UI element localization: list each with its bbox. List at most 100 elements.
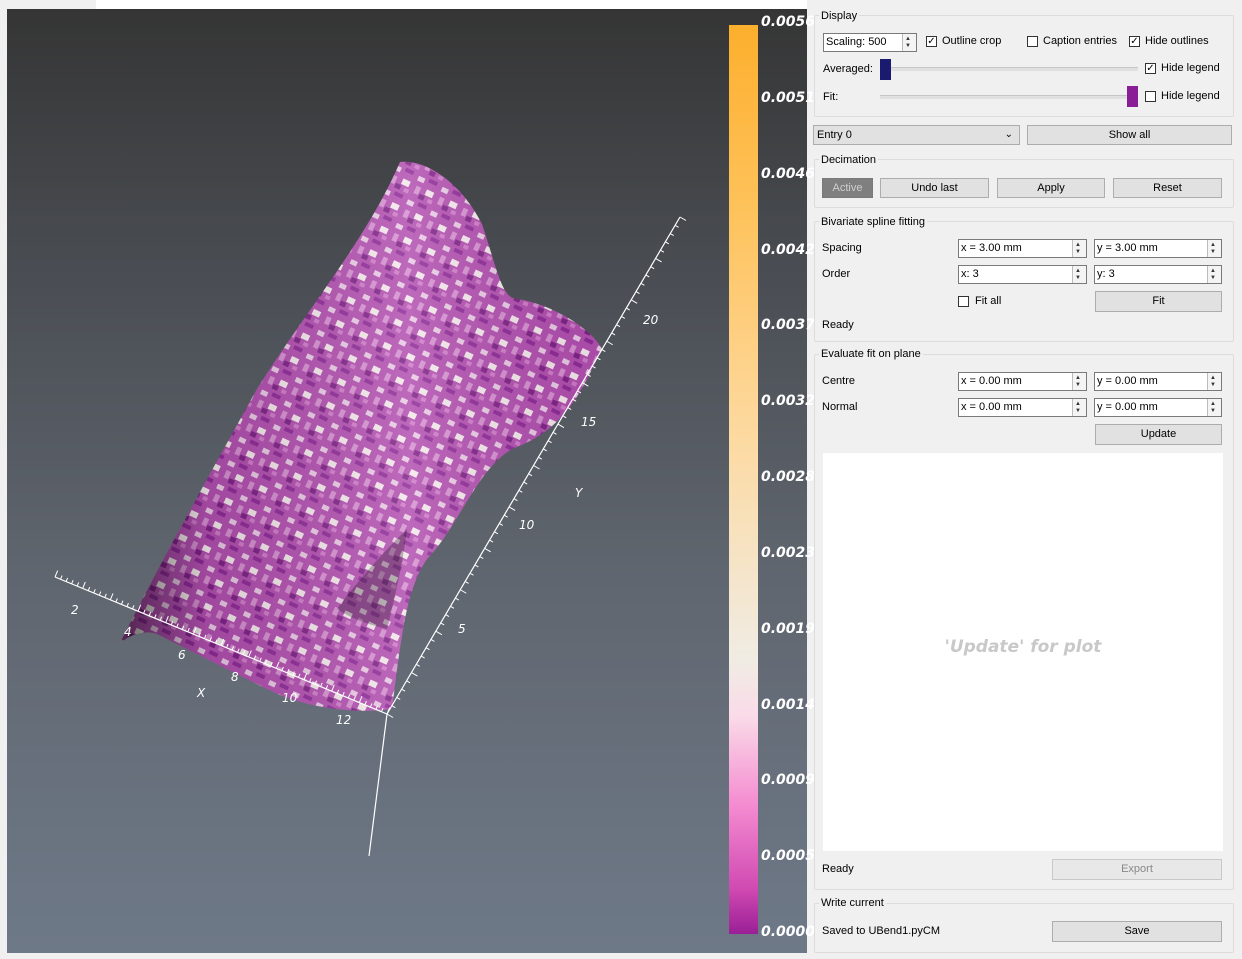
entry-select[interactable]: Entry 0 ⌄ (813, 125, 1020, 145)
y-axis-tick (552, 431, 557, 435)
order-y-value: y: 3 (1097, 268, 1115, 280)
y-axis-tick (479, 556, 484, 560)
spacing-x-value: x = 3.00 mm (961, 242, 1022, 254)
fit-all-label: Fit all (975, 295, 1002, 307)
render-viewport[interactable]: 2 4 6 8 10 12 X 5 10 15 20 Y (7, 9, 807, 953)
plot-placeholder: 'Update' for plot (944, 637, 1102, 657)
spin-arrows-icon[interactable]: ▲ ▼ (1207, 240, 1221, 257)
colorbar (729, 25, 758, 934)
averaged-hide-legend-checkbox[interactable]: ✓ (1145, 63, 1156, 74)
x-axis-tick (120, 600, 124, 605)
averaged-slider-handle[interactable] (880, 59, 891, 80)
spin-arrows-icon[interactable]: ▲ ▼ (1072, 266, 1086, 283)
write-status: Saved to UBend1.pyCM (822, 925, 941, 937)
y-axis-tick (455, 597, 460, 601)
x-axis-tick (87, 586, 91, 591)
undo-last-button[interactable]: Undo last (880, 178, 989, 198)
y-axis-tick (420, 655, 425, 659)
x-axis-label: X (196, 686, 206, 700)
x-tick-label: 8 (231, 670, 239, 684)
y-axis-tick (416, 663, 420, 667)
y-axis-tick (616, 324, 621, 328)
y-axis-tick (430, 639, 435, 642)
centre-y-spinbox[interactable]: y = 0.00 mm ▲ ▼ (1094, 372, 1222, 391)
y-axis-tick (411, 672, 418, 677)
spacing-y-spinbox[interactable]: y = 3.00 mm ▲ ▼ (1094, 239, 1222, 258)
colorbar-tick-label: 0.0051 (761, 89, 816, 106)
y-axis-tick (601, 349, 606, 352)
averaged-slider[interactable] (880, 67, 1138, 71)
y-axis-tick (489, 539, 494, 543)
normal-x-value: x = 0.00 mm (961, 401, 1022, 413)
y-axis-tick (562, 415, 567, 419)
evaluate-title: Evaluate fit on plane (819, 348, 923, 360)
spin-arrows-icon[interactable]: ▲ ▼ (1207, 399, 1221, 416)
show-all-button[interactable]: Show all (1027, 125, 1232, 145)
apply-button[interactable]: Apply (997, 178, 1105, 198)
colorbar-tick-label: 0.0023 (761, 544, 816, 561)
export-button[interactable]: Export (1052, 859, 1222, 880)
x-axis-tick (104, 593, 107, 598)
hide-outlines-label: Hide outlines (1145, 35, 1209, 47)
order-y-spinbox[interactable]: y: 3 ▲ ▼ (1094, 265, 1222, 284)
active-button[interactable]: Active (822, 178, 873, 198)
write-title: Write current (819, 897, 886, 909)
save-button[interactable]: Save (1052, 921, 1222, 942)
spacing-label: Spacing (822, 242, 862, 254)
colorbar-tick-label: 0.0056 (761, 14, 816, 30)
x-tick-label: 6 (178, 648, 186, 662)
spin-arrows-icon[interactable]: ▲ ▼ (1207, 266, 1221, 283)
y-axis-tick (425, 647, 430, 651)
caption-entries-checkbox[interactable] (1027, 36, 1038, 47)
fit-all-checkbox[interactable] (958, 296, 969, 307)
spline-status: Ready (822, 319, 854, 331)
x-axis-tick (82, 581, 86, 589)
spacing-x-spinbox[interactable]: x = 3.00 mm ▲ ▼ (958, 239, 1087, 258)
spin-arrows-icon[interactable]: ▲ ▼ (902, 34, 916, 51)
spline-title: Bivariate spline fitting (819, 216, 927, 228)
y-axis-tick (499, 523, 504, 526)
spin-arrows-icon[interactable]: ▲ ▼ (1072, 240, 1086, 257)
y-axis-tick (503, 514, 508, 518)
spin-arrows-icon[interactable]: ▲ ▼ (1072, 399, 1086, 416)
y-axis-tick (640, 282, 645, 286)
fit-hide-legend-label: Hide legend (1161, 90, 1220, 102)
y-axis-tick (401, 688, 406, 692)
y-axis-tick (396, 697, 401, 700)
order-x-spinbox[interactable]: x: 3 ▲ ▼ (958, 265, 1087, 284)
hide-outlines-checkbox[interactable]: ✓ (1129, 36, 1140, 47)
y-axis-tick (508, 506, 516, 511)
fit-hide-legend-checkbox[interactable] (1145, 91, 1156, 102)
colorbar-tick-label: 0.0042 (761, 241, 816, 258)
outline-crop-checkbox[interactable]: ✓ (926, 36, 937, 47)
normal-y-spinbox[interactable]: y = 0.00 mm ▲ ▼ (1094, 398, 1222, 417)
evaluate-status: Ready (822, 863, 854, 875)
colorbar-tick-label: 0.0037 (761, 317, 816, 334)
fit-slider-handle[interactable] (1127, 86, 1138, 107)
x-axis-tick (98, 591, 102, 596)
caption-entries-label: Caption entries (1043, 35, 1117, 47)
y-axis-tick (674, 224, 679, 228)
y-axis-tick (543, 448, 547, 452)
update-button[interactable]: Update (1095, 424, 1222, 445)
spin-arrows-icon[interactable]: ▲ ▼ (1207, 373, 1221, 390)
y-axis-tick (660, 249, 665, 253)
y-axis-tick (630, 299, 638, 304)
averaged-label: Averaged: (823, 63, 873, 75)
scaling-spinbox[interactable]: Scaling: 500 ▲ ▼ (823, 33, 917, 52)
reset-button[interactable]: Reset (1113, 178, 1222, 198)
y-axis-tick (665, 241, 670, 245)
fit-button[interactable]: Fit (1095, 291, 1222, 312)
normal-x-spinbox[interactable]: x = 0.00 mm ▲ ▼ (958, 398, 1087, 417)
centre-y-value: y = 0.00 mm (1097, 375, 1158, 387)
colorbar-tick-label: 0.0014 (761, 696, 816, 713)
y-axis-tick (518, 489, 523, 493)
y-axis-tick (533, 465, 540, 470)
spin-arrows-icon[interactable]: ▲ ▼ (1072, 373, 1086, 390)
y-axis-tick (459, 589, 467, 594)
centre-x-spinbox[interactable]: x = 0.00 mm ▲ ▼ (958, 372, 1087, 391)
y-axis-tick (635, 291, 640, 294)
colorbar-tick-label: 0.0032 (761, 393, 816, 410)
y-axis-tick (669, 233, 674, 236)
fit-slider[interactable] (880, 95, 1138, 99)
